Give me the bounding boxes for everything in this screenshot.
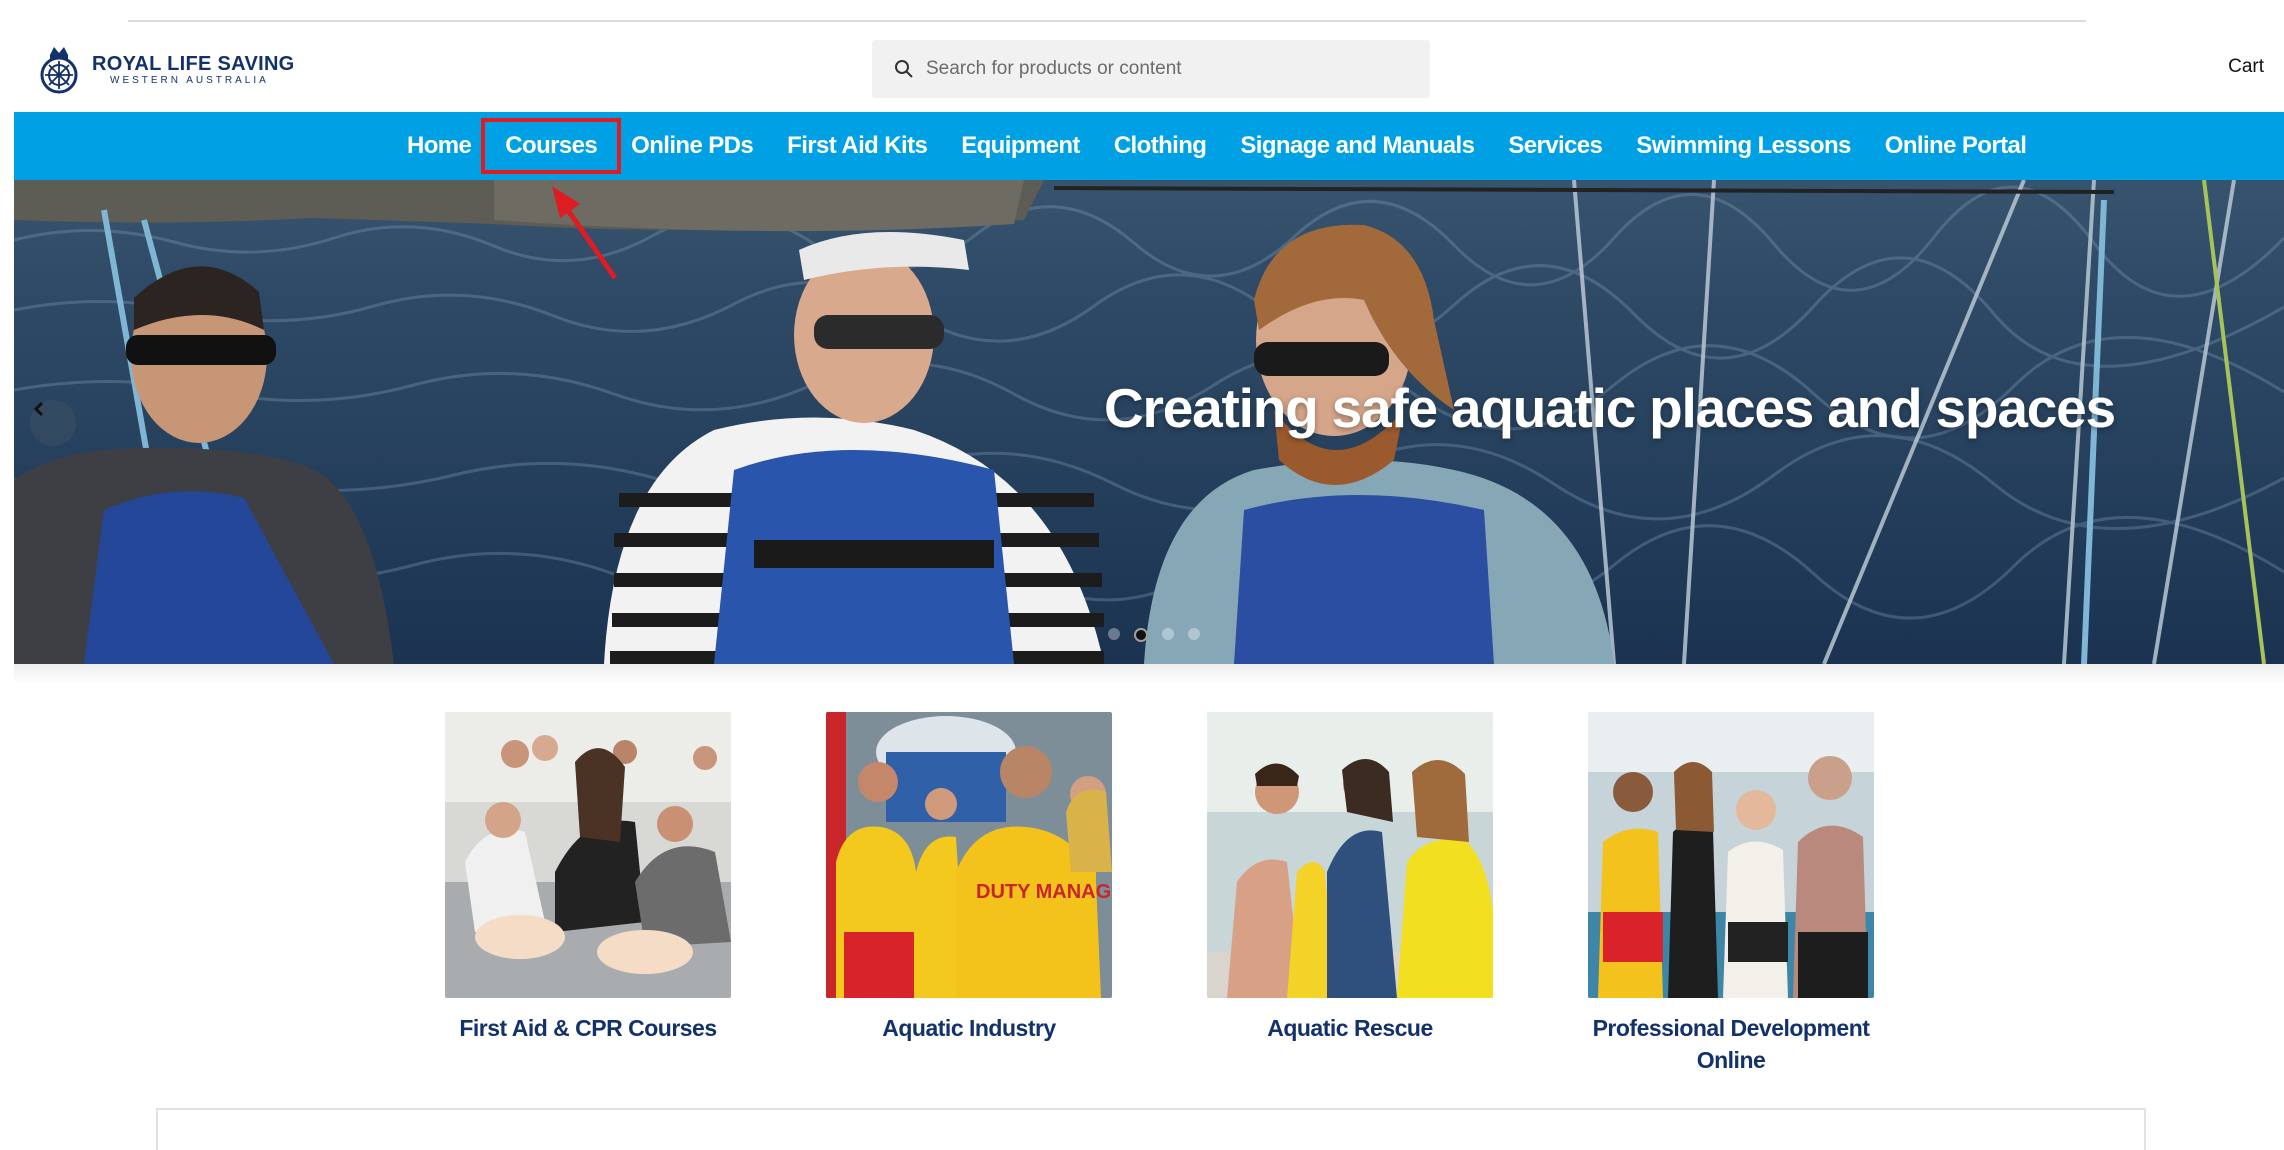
search-bar[interactable] (872, 40, 1430, 98)
nav-item-swimming-lessons[interactable]: Swimming Lessons (1619, 132, 1867, 160)
aquatic-industry-image: DUTY MANAGER (826, 712, 1112, 998)
nav-item-online-pds[interactable]: Online PDs (614, 132, 770, 160)
carousel-dot[interactable] (1108, 628, 1120, 640)
carousel-dot[interactable] (1162, 628, 1174, 640)
site-logo[interactable]: ROYAL LIFE SAVING WESTERN AUSTRALIA (36, 42, 295, 98)
nav-item-courses[interactable]: Courses (481, 118, 622, 174)
carousel-prev-button[interactable] (30, 400, 76, 446)
category-cards: First Aid & CPR Courses DUTY MANAGER Aqu… (445, 712, 1874, 1076)
carousel-dot-active[interactable] (1134, 628, 1148, 642)
category-card-aquatic-rescue[interactable]: Aquatic Rescue (1207, 712, 1493, 1076)
logo-name: ROYAL LIFE SAVING (92, 53, 295, 75)
logo-subtitle: WESTERN AUSTRALIA (110, 75, 269, 86)
nav-item-signage-and-manuals[interactable]: Signage and Manuals (1223, 132, 1491, 160)
content-panel (156, 1108, 2146, 1150)
search-input[interactable] (926, 58, 1430, 80)
hero-caption: Creating safe aquatic places and spaces (1104, 377, 2116, 439)
hero-divider (14, 664, 2284, 684)
top-divider (128, 20, 2086, 22)
svg-text:DUTY MANAGER: DUTY MANAGER (976, 881, 1112, 903)
nav-item-first-aid-kits[interactable]: First Aid Kits (770, 132, 944, 160)
cart-link[interactable]: Cart (2228, 56, 2264, 78)
search-icon (895, 60, 913, 78)
category-label: First Aid & CPR Courses (459, 1015, 717, 1041)
hero-carousel[interactable]: Creating safe aquatic places and spaces (14, 180, 2284, 664)
category-label: Aquatic Industry (882, 1015, 1056, 1041)
category-label: Professional Development Online (1592, 1015, 1870, 1073)
nav-item-clothing[interactable]: Clothing (1097, 132, 1224, 160)
carousel-indicators (1108, 628, 1200, 642)
carousel-dot[interactable] (1188, 628, 1200, 640)
chevron-left-icon (33, 401, 44, 417)
nav-item-online-portal[interactable]: Online Portal (1868, 132, 2044, 160)
main-nav: Home Courses Online PDs First Aid Kits E… (14, 112, 2284, 180)
professional-development-image (1588, 712, 1874, 998)
nav-item-home[interactable]: Home (390, 132, 488, 160)
crest-icon (40, 47, 78, 94)
nav-item-equipment[interactable]: Equipment (944, 132, 1097, 160)
category-card-first-aid[interactable]: First Aid & CPR Courses (445, 712, 731, 1076)
aquatic-rescue-image (1207, 712, 1493, 998)
first-aid-course-image (445, 712, 731, 998)
annotation-arrow (552, 186, 618, 280)
category-label: Aquatic Rescue (1267, 1015, 1433, 1041)
nav-item-services[interactable]: Services (1491, 132, 1619, 160)
category-card-professional-development[interactable]: Professional Development Online (1588, 712, 1874, 1076)
category-card-aquatic-industry[interactable]: DUTY MANAGER Aquatic Industry (826, 712, 1112, 1076)
